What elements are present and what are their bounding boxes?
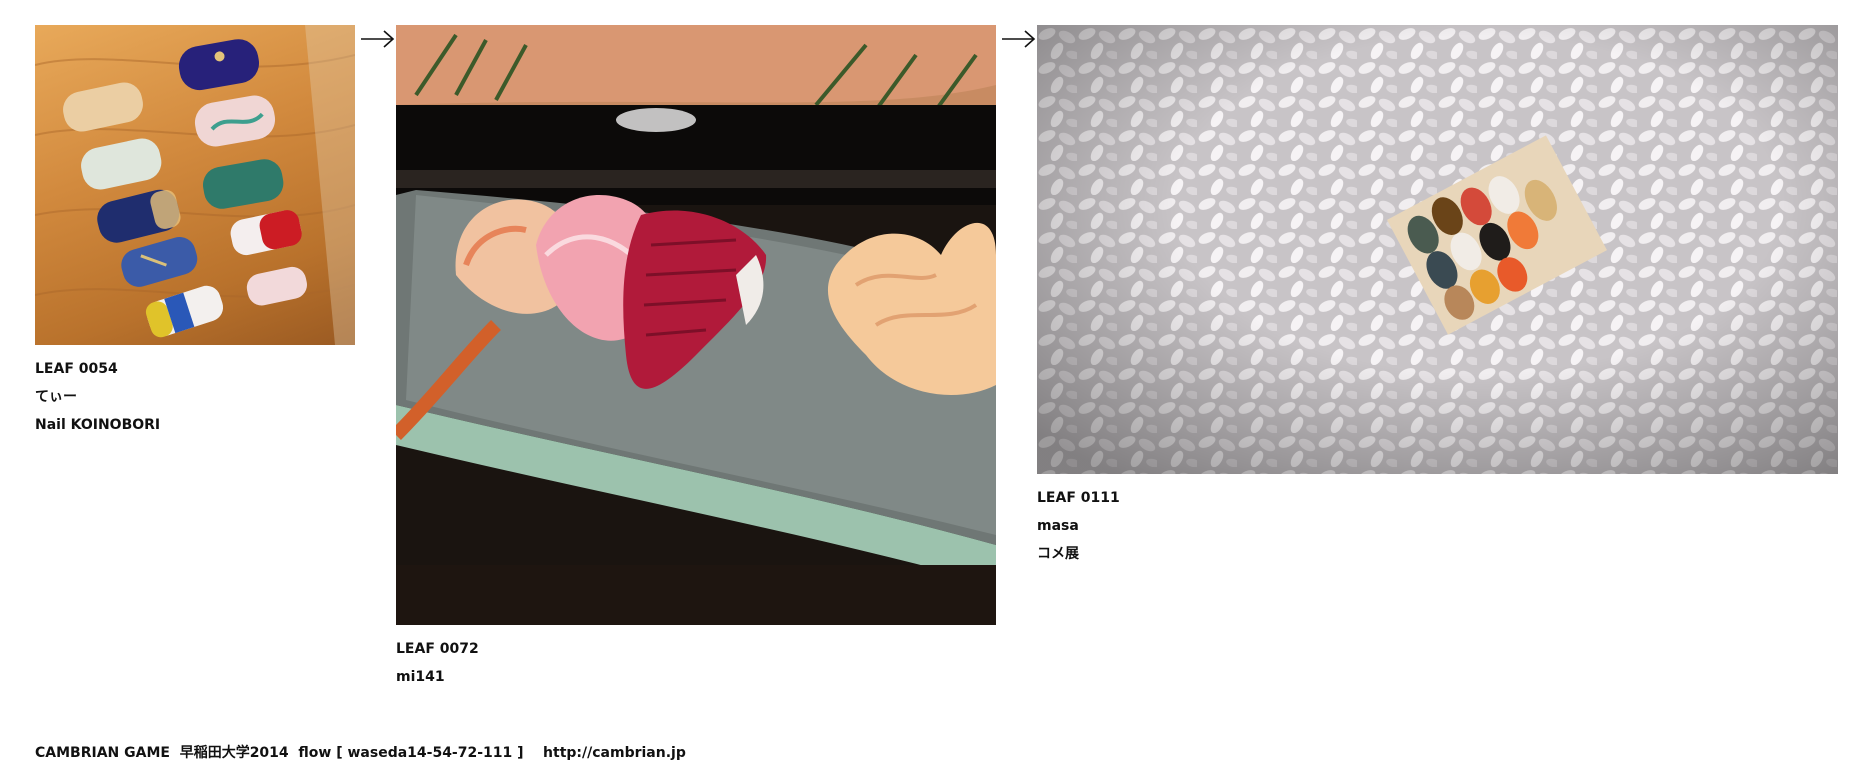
leaf-card-0111: LEAF 0111 masa コメ展 <box>1037 25 1838 568</box>
leaf-caption: LEAF 0054 てぃー Nail KOINOBORI <box>35 355 355 439</box>
leaf-number: LEAF 0072 <box>396 641 479 657</box>
leaf-caption: LEAF 0111 masa コメ展 <box>1037 484 1838 568</box>
leaf-image-rice[interactable] <box>1037 25 1838 474</box>
leaf-caption: LEAF 0072 mi141 <box>396 635 996 691</box>
leaf-card-0054: LEAF 0054 てぃー Nail KOINOBORI <box>35 25 355 439</box>
footer-credits[interactable]: CAMBRIAN GAME 早稲田大学2014 flow [ waseda14-… <box>35 742 686 762</box>
leaf-image-sushi[interactable] <box>396 25 996 625</box>
rice-illustration <box>1037 25 1838 474</box>
arrow-right-icon <box>361 30 395 48</box>
leaf-image-nails[interactable] <box>35 25 355 345</box>
leaf-card-0072: LEAF 0072 mi141 <box>396 25 996 691</box>
leaf-number: LEAF 0054 <box>35 361 118 377</box>
nails-illustration <box>35 25 355 345</box>
sushi-illustration <box>396 25 996 625</box>
leaf-title: Nail KOINOBORI <box>35 417 161 433</box>
leaf-number: LEAF 0111 <box>1037 490 1120 506</box>
leaf-title: コメ展 <box>1037 546 1079 562</box>
arrow-right-icon <box>1002 30 1036 48</box>
leaf-author[interactable]: masa <box>1037 512 1838 540</box>
leaf-author[interactable]: mi141 <box>396 663 996 691</box>
leaf-author[interactable]: てぃー <box>35 383 355 411</box>
